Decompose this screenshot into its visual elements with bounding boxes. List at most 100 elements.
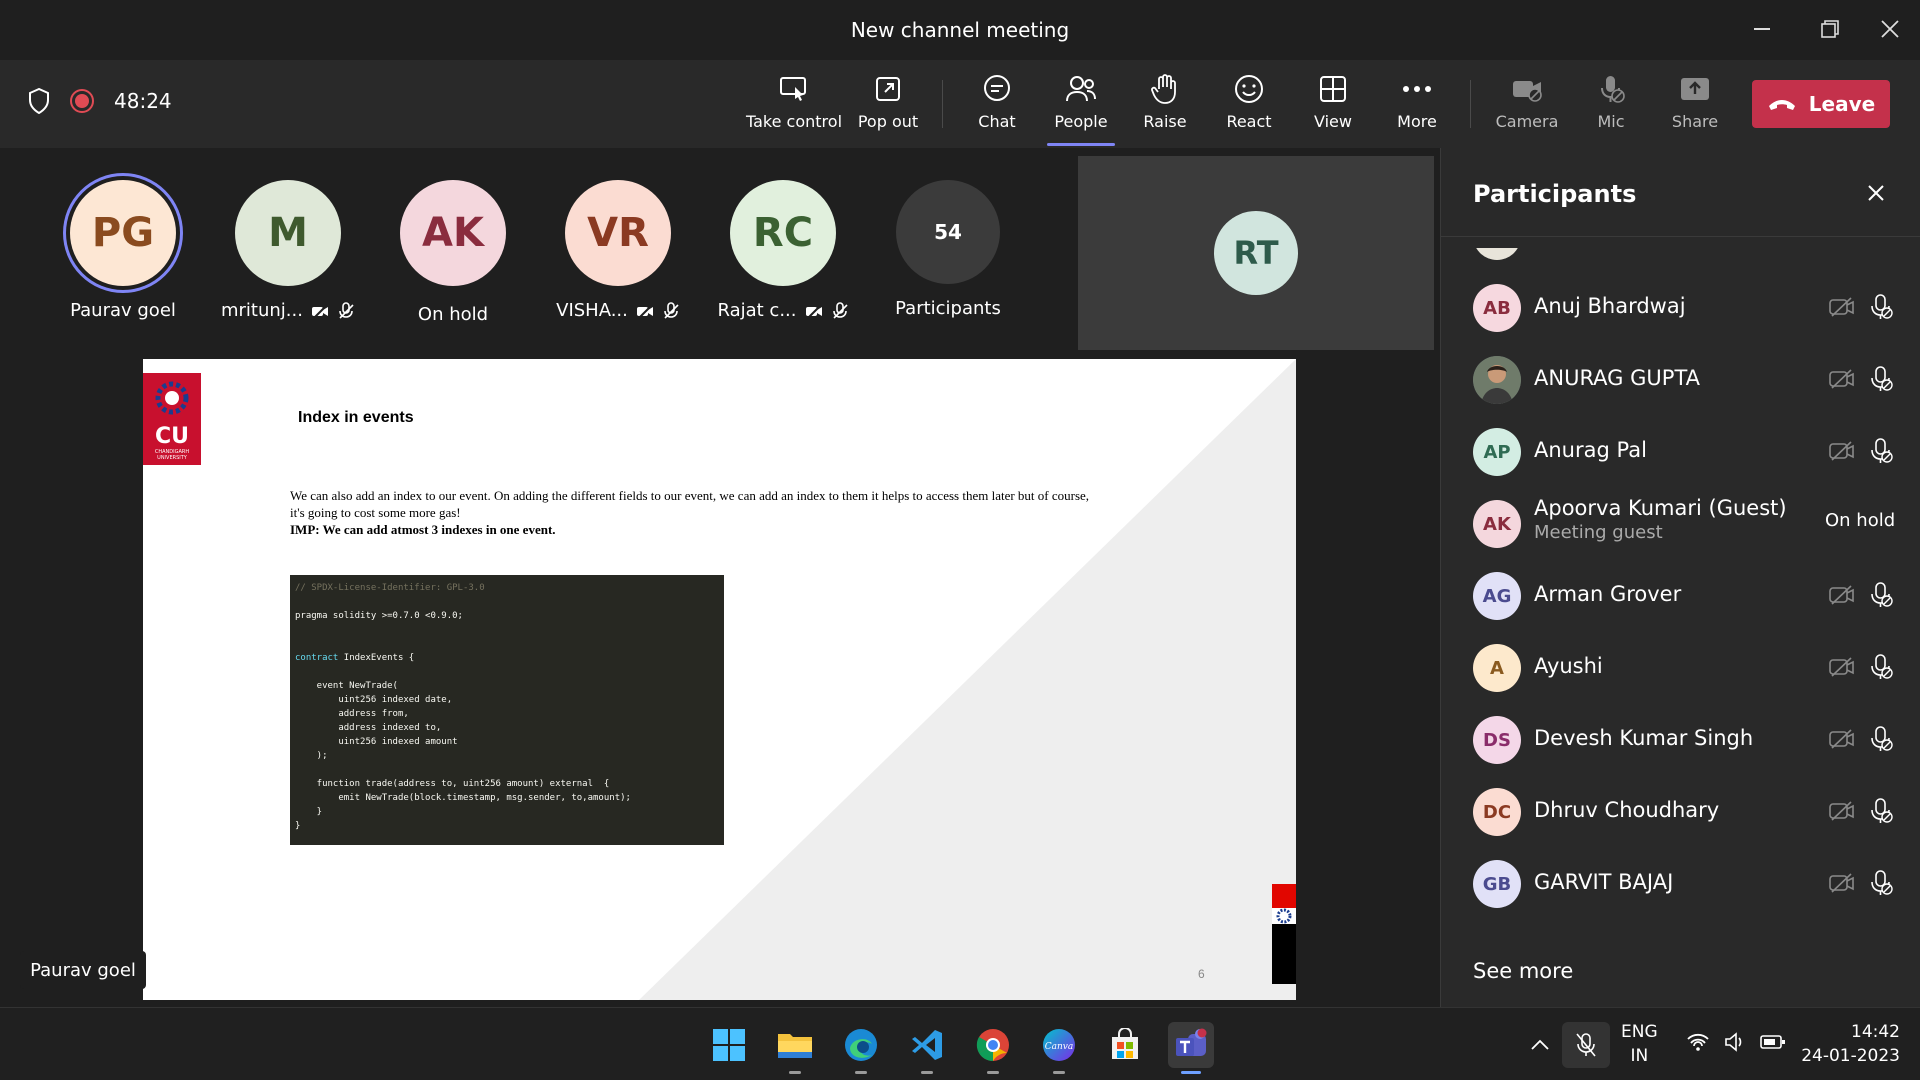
react-label: React: [1226, 112, 1272, 131]
avatar-initials: M: [268, 210, 308, 256]
people-button[interactable]: People: [1039, 72, 1123, 136]
mic-off-icon: [664, 301, 679, 319]
chrome-icon: [976, 1029, 1009, 1062]
language-indicator[interactable]: ENG IN: [1621, 1020, 1658, 1068]
share-label: Share: [1671, 112, 1719, 131]
phone-hangup-icon: [1768, 100, 1795, 110]
mic-off-icon: [1871, 366, 1893, 391]
code-line: address from,: [295, 709, 409, 719]
list-item[interactable]: A Ayushi: [1441, 632, 1920, 704]
list-item[interactable]: AK Apoorva Kumari (Guest) Meeting guest …: [1441, 488, 1920, 560]
mic-button[interactable]: Mic: [1569, 72, 1653, 136]
language-code: ENG: [1621, 1022, 1658, 1042]
react-button[interactable]: React: [1207, 72, 1291, 136]
code-line: emit NewTrade(block.timestamp, msg.sende…: [295, 793, 631, 803]
participant-name: Apoorva Kumari (Guest): [1534, 496, 1787, 520]
code-line: uint256 indexed date,: [295, 695, 453, 705]
code-line: }: [295, 807, 323, 817]
taskbar-canva[interactable]: Canva: [1036, 1022, 1082, 1074]
system-tray[interactable]: [1686, 1032, 1786, 1052]
start-button[interactable]: [706, 1022, 752, 1068]
tray-overflow-button[interactable]: [1520, 1022, 1560, 1068]
toolbar-divider: [942, 80, 943, 128]
see-more-link[interactable]: See more: [1473, 959, 1573, 983]
participant-tile[interactable]: RC Rajat c...: [703, 180, 863, 330]
participant-tile[interactable]: VR VISHA...: [538, 180, 698, 330]
list-item[interactable]: AB Anuj Bhardwaj: [1441, 272, 1920, 344]
close-window-button[interactable]: [1870, 14, 1910, 44]
participant-name: GARVIT BAJAJ: [1534, 870, 1674, 894]
participant-tile[interactable]: M mritunj...: [208, 180, 368, 330]
participant-tile[interactable]: PG Paurav goel: [43, 180, 203, 330]
leave-button[interactable]: Leave: [1752, 80, 1890, 128]
taskbar-store[interactable]: [1102, 1022, 1148, 1068]
take-control-label: Take control: [746, 112, 843, 131]
more-icon: [1403, 86, 1431, 92]
avatar-initials: AB: [1483, 297, 1511, 319]
avatar: AG: [1473, 572, 1521, 620]
code-keyword: contract: [295, 653, 339, 663]
pop-out-button[interactable]: Pop out: [846, 72, 930, 136]
mic-off-icon: [1871, 438, 1893, 463]
take-control-icon: [780, 77, 806, 101]
share-button[interactable]: Share: [1653, 72, 1737, 136]
shield-icon[interactable]: [28, 88, 50, 114]
panel-title: Participants: [1473, 180, 1637, 208]
list-item[interactable]: GB GARVIT BAJAJ: [1441, 848, 1920, 920]
profile-photo-icon: [1473, 356, 1521, 404]
clock[interactable]: 14:42 24-01-2023: [1800, 1020, 1900, 1068]
avatar-initials: RT: [1233, 234, 1279, 272]
avatar: DS: [1473, 716, 1521, 764]
tray-mic-button[interactable]: [1562, 1022, 1610, 1068]
raise-hand-button[interactable]: Raise: [1123, 72, 1207, 136]
slide-corner-logo: [1272, 884, 1296, 984]
camera-off-icon: [636, 303, 653, 319]
participant-name: Dhruv Choudhary: [1534, 798, 1720, 822]
close-panel-button[interactable]: [1861, 178, 1891, 208]
list-item[interactable]: ANURAG GUPTA: [1441, 344, 1920, 416]
participant-list: AB Anuj Bhardwaj ANURAG GUPTA AP Anurag …: [1441, 248, 1920, 948]
more-button[interactable]: More: [1375, 72, 1459, 136]
file-explorer-icon: [778, 1034, 812, 1058]
participant-name: Arman Grover: [1534, 582, 1682, 606]
code-line: IndexEvents {: [338, 653, 415, 663]
participant-name: mritunj...: [221, 300, 303, 321]
avatar: RT: [1214, 211, 1298, 295]
avatar-initials: VR: [587, 210, 649, 256]
chat-button[interactable]: Chat: [955, 72, 1039, 136]
speaker-name: Paurav goel: [30, 959, 136, 981]
taskbar-teams[interactable]: [1168, 1022, 1214, 1074]
taskbar-chrome[interactable]: [970, 1022, 1016, 1074]
overflow-count: 54: [896, 180, 1000, 284]
view-label: View: [1314, 112, 1352, 131]
avatar-initials: AP: [1483, 441, 1511, 463]
spotlight-video-tile[interactable]: RT: [1078, 156, 1434, 350]
avatar: AK: [1473, 500, 1521, 548]
running-indicator: [1181, 1071, 1201, 1074]
view-button[interactable]: View: [1291, 72, 1375, 136]
taskbar-file-explorer[interactable]: [772, 1022, 818, 1074]
more-label: More: [1397, 112, 1437, 131]
list-item[interactable]: DC Dhruv Choudhary: [1441, 776, 1920, 848]
mic-off-icon: [1871, 582, 1893, 607]
list-item[interactable]: DS Devesh Kumar Singh: [1441, 704, 1920, 776]
mic-off-icon: [1871, 726, 1893, 751]
avatar-initials: PG: [91, 210, 155, 256]
camera-button[interactable]: Camera: [1485, 72, 1569, 136]
camera-off-icon: [1829, 873, 1854, 893]
running-indicator: [789, 1071, 801, 1074]
taskbar-edge[interactable]: [838, 1022, 884, 1074]
participant-count: 54: [934, 220, 962, 244]
avatar: M: [235, 180, 341, 286]
take-control-button[interactable]: Take control: [746, 72, 842, 136]
restore-button[interactable]: [1810, 14, 1850, 44]
list-item[interactable]: AG Arman Grover: [1441, 560, 1920, 632]
taskbar-vscode[interactable]: [904, 1022, 950, 1074]
code-line: uint256 indexed amount: [295, 737, 458, 747]
participant-tile[interactable]: AK On hold: [373, 180, 533, 330]
list-item[interactable]: AP Anurag Pal: [1441, 416, 1920, 488]
mic-off-icon: [1871, 870, 1893, 895]
minimize-button[interactable]: [1742, 14, 1782, 44]
avatar: DC: [1473, 788, 1521, 836]
overflow-participants-tile[interactable]: 54 Participants: [868, 180, 1028, 330]
